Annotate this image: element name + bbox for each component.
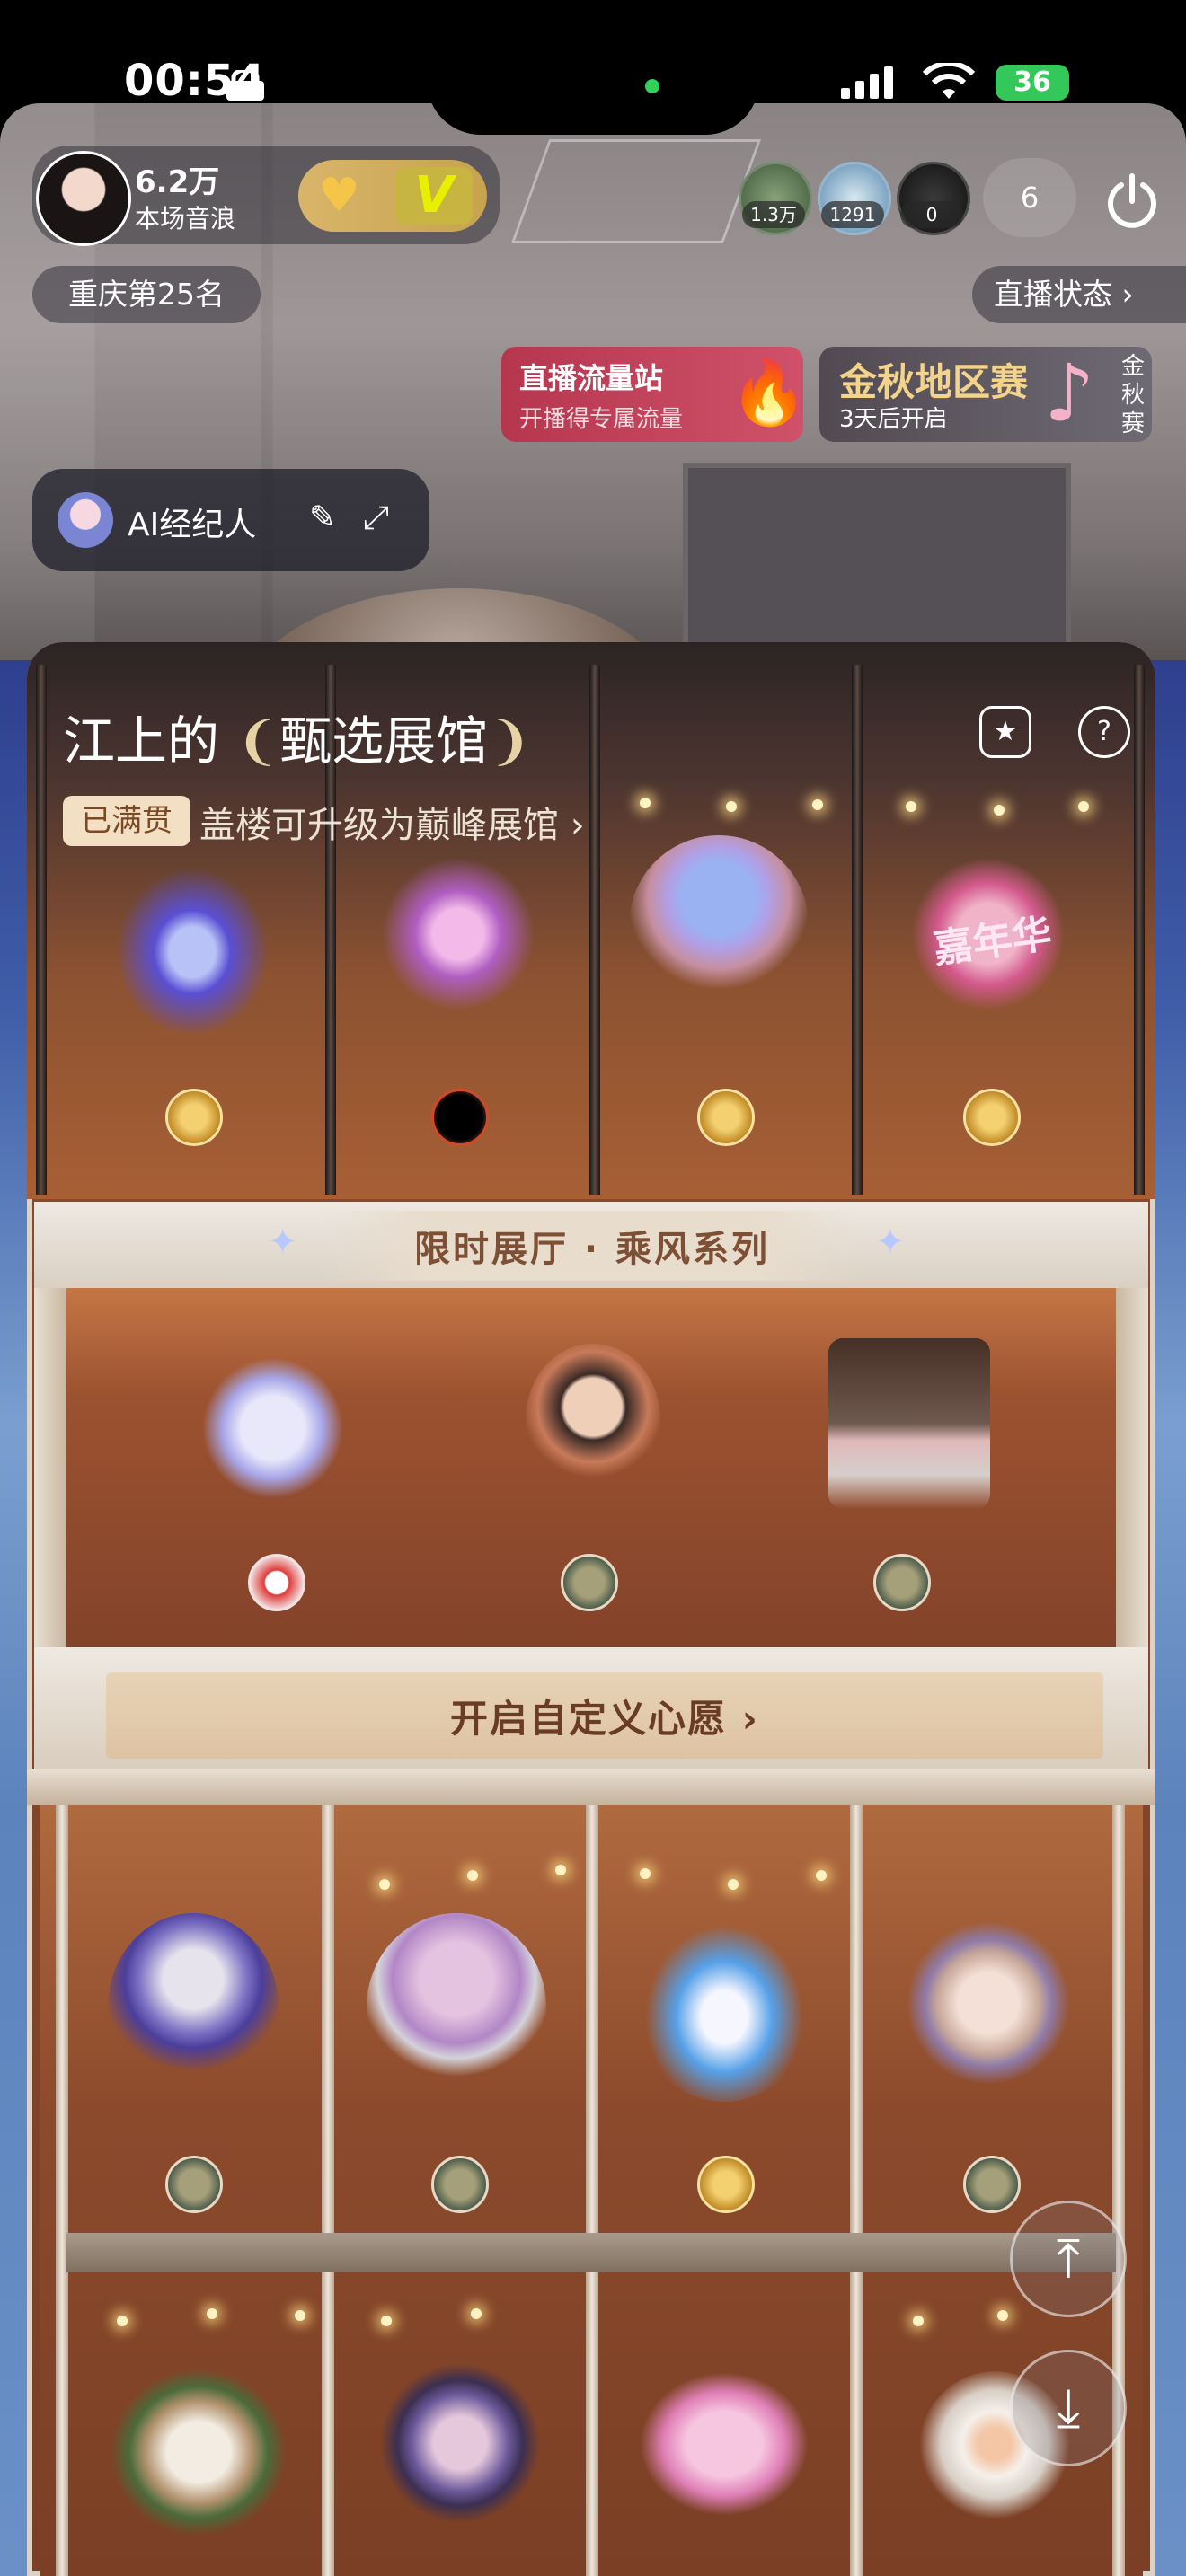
gift-heart-lock[interactable] (199, 1347, 352, 1509)
cabinet-pillar (34, 1288, 66, 1647)
gift-dream-boat[interactable] (898, 1913, 1078, 2093)
string-light (997, 2310, 1008, 2321)
live-status-button[interactable]: 直播状态 › (972, 266, 1186, 323)
viewer-count: 0 (900, 201, 963, 228)
cabinet-shelf (66, 2233, 1116, 2272)
golden-autumn-title: 金秋地区赛 (839, 360, 1029, 404)
gift-spaceship[interactable] (102, 853, 282, 1033)
gifter-avatar[interactable] (873, 1554, 931, 1611)
host-sound-wave-count: 6.2万 (135, 164, 220, 200)
gifter-avatar[interactable] (697, 2156, 755, 2213)
upgrade-hall-link[interactable]: 盖楼可升级为巅峰展馆 › (199, 796, 585, 848)
string-light (906, 801, 916, 812)
fire-icon: 🔥 (730, 356, 809, 429)
string-light (381, 2316, 392, 2326)
gift-portrait-female-car[interactable] (828, 1338, 990, 1509)
star-icon[interactable]: ★ (979, 706, 1031, 758)
string-light (207, 2308, 217, 2319)
string-light (726, 801, 737, 812)
question-icon[interactable]: ? (1078, 706, 1130, 758)
gift-floating-island-tree[interactable] (367, 1913, 546, 2102)
scroll-down-button[interactable]: ⤓ (1010, 2350, 1127, 2466)
gifter-avatar[interactable] (561, 1554, 618, 1611)
string-light (117, 2316, 128, 2326)
cabinet-divider (589, 665, 600, 1195)
edit-icon[interactable]: ✎ (309, 499, 336, 536)
viewer-count: 1291 (821, 201, 884, 228)
gift-portrait-male[interactable] (526, 1344, 660, 1495)
online-count-button[interactable]: 6 (983, 158, 1076, 237)
vip-badge-icon[interactable]: V (395, 167, 473, 225)
scroll-to-top-button[interactable]: ⤒ (1010, 2201, 1127, 2317)
string-light (640, 798, 651, 808)
cabinet-pillar (1116, 1288, 1148, 1647)
gift-hot-air-balloon[interactable] (629, 835, 809, 1015)
signal-icon (841, 66, 893, 99)
string-light (816, 1870, 827, 1881)
flow-station-subtitle: 开播得专属流量 (519, 406, 684, 433)
gifter-avatar[interactable] (165, 1089, 223, 1146)
cabinet-divider (850, 1805, 863, 2576)
gifter-avatar[interactable] (431, 2156, 489, 2213)
gifter-avatar[interactable] (248, 1554, 305, 1611)
viewer-count: 1.3万 (742, 201, 805, 228)
heart-icon: ♥ (318, 169, 360, 223)
wifi-icon (922, 63, 976, 99)
gift-couple-bicycle[interactable] (379, 2353, 541, 2533)
gift-camping-tent[interactable] (104, 2362, 293, 2542)
cabinet-ledge (27, 1769, 1155, 1805)
cabinet-divider (586, 1805, 598, 2576)
battery-indicator: 36 (996, 65, 1069, 101)
string-light (467, 1870, 478, 1881)
gallery-title: 江上的 ❨甄选展馆❩ (63, 710, 532, 772)
power-icon[interactable] (1098, 167, 1166, 235)
camera-notch (427, 0, 759, 135)
flow-station-title: 直播流量站 (519, 361, 664, 395)
douyin-logo-icon: ♪ (1044, 347, 1095, 439)
string-light (555, 1865, 566, 1875)
string-light (994, 805, 1005, 816)
ai-agent-avatar (58, 492, 113, 548)
cabinet-divider (56, 1805, 68, 2576)
string-light (1078, 801, 1089, 812)
lock-icon (226, 70, 264, 101)
live-status-label: 直播状态 (994, 277, 1112, 312)
cabinet-divider (852, 665, 863, 1195)
ai-agent-label: AI经纪人 (128, 507, 257, 543)
camera-indicator (645, 79, 659, 93)
sparkle-icon: ✦ (268, 1222, 298, 1263)
cabinet-divider (1112, 1805, 1125, 2576)
string-light (812, 799, 823, 810)
wish-button-label: 开启自定义心愿 › (450, 1697, 759, 1741)
gifter-avatar[interactable] (963, 1089, 1021, 1146)
string-light (471, 2308, 482, 2319)
cabinet-divider (1134, 665, 1145, 1195)
host-avatar[interactable] (36, 151, 131, 246)
string-light (913, 2316, 924, 2326)
gifter-avatar[interactable] (963, 2156, 1021, 2213)
string-light (728, 1879, 739, 1890)
gifter-avatar[interactable] (165, 2156, 223, 2213)
string-light (295, 2310, 305, 2321)
gift-astronaut-moon[interactable] (108, 1913, 279, 2102)
expand-icon[interactable]: ⤢ (363, 499, 389, 537)
golden-autumn-subtitle: 3天后开启 (839, 406, 948, 433)
host-sound-wave-label: 本场音浪 (135, 204, 236, 234)
region-rank-badge[interactable]: 重庆第25名 (32, 266, 261, 323)
chevron-right-icon: › (1121, 277, 1134, 312)
string-light (379, 1879, 390, 1890)
gift-rocket[interactable] (368, 844, 548, 1024)
cabinet-divider (36, 665, 47, 1195)
gifter-avatar[interactable] (431, 1089, 489, 1146)
string-light (640, 1868, 651, 1879)
limited-hall-title: 限时展厅 · 乘风系列 (413, 1229, 771, 1270)
golden-autumn-vertical-label: 金秋赛 (1120, 353, 1145, 437)
gifter-avatar[interactable] (697, 1089, 755, 1146)
gift-pink-sports-car[interactable] (634, 2368, 814, 2520)
gift-yacht[interactable] (634, 1913, 814, 2102)
cabinet-divider (322, 1805, 334, 2576)
full-set-badge: 已满贯 (63, 796, 190, 846)
sparkle-icon: ✦ (875, 1222, 906, 1263)
